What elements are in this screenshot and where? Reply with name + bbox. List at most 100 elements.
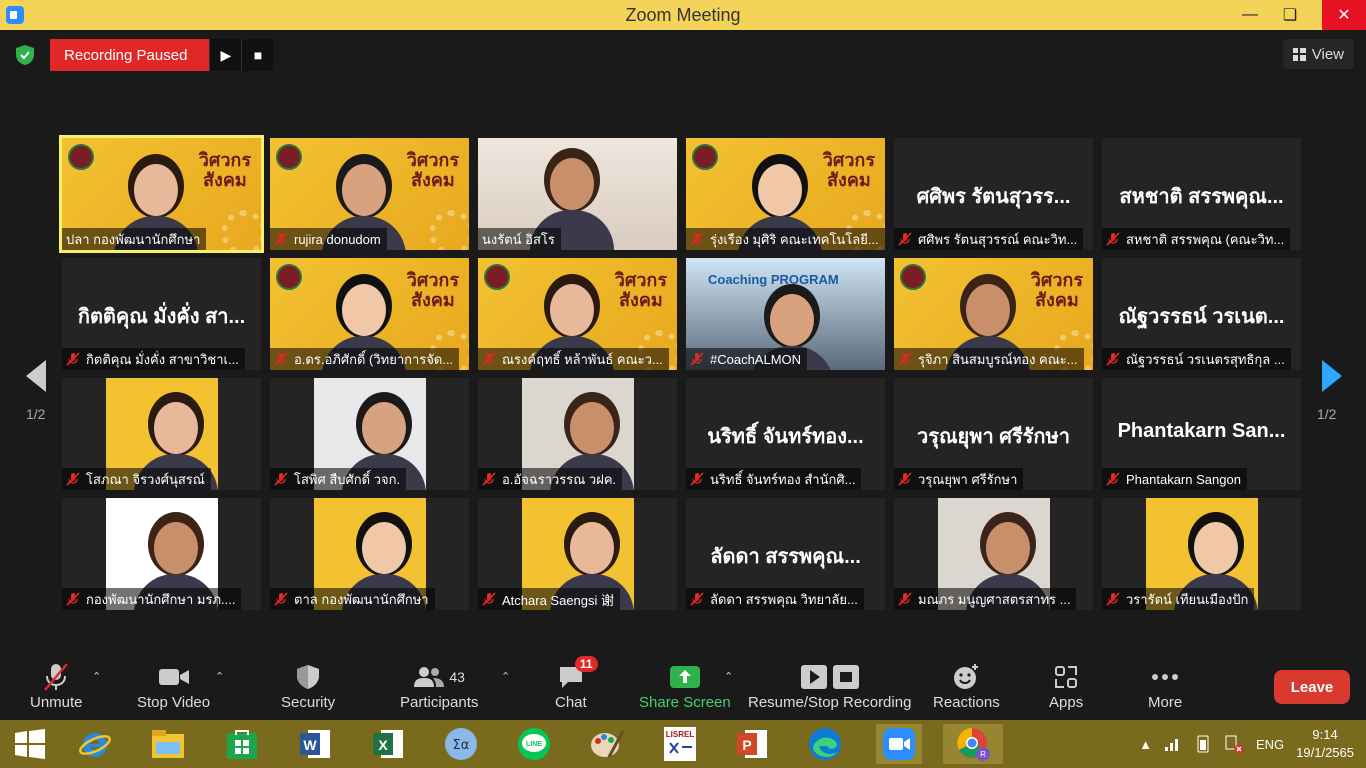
mic-muted-icon (274, 472, 288, 486)
play-stop-recording-icon (800, 665, 859, 689)
participant-tile[interactable]: ณัฐวรรธน์ วรเนต... ณัฐวรรธน์ วรเนตรสุทธิก… (1102, 258, 1301, 370)
participant-tile[interactable]: นริทธิ์ จันทร์ทอง... นริทธิ์ จันทร์ทอง สำ… (686, 378, 885, 490)
file-explorer-icon[interactable] (148, 724, 188, 764)
encryption-shield-icon[interactable] (15, 44, 35, 66)
participants-label: Participants (400, 694, 479, 711)
participant-tile[interactable]: Atchara Saengsi 谢 (478, 498, 677, 610)
chat-button[interactable]: 11 Chat (555, 656, 598, 711)
resume-recording-button[interactable]: ▶ (209, 39, 242, 71)
participant-name-label: Atchara Saengsi 谢 (502, 592, 615, 608)
participant-tile[interactable]: มณภร มนูญศาสตรสาทร ... (894, 498, 1093, 610)
participant-tile[interactable]: กองพัฒนานักศึกษา มรภ.... (62, 498, 261, 610)
recording-control-button[interactable]: Resume/Stop Recording (748, 660, 911, 711)
participant-tile[interactable]: วรุณยุพา ศรีรักษา วรุณยุพา ศรีรักษา (894, 378, 1093, 490)
participant-tile[interactable]: โสพิศ สืบศักดิ์ วจก. (270, 378, 469, 490)
share-options-caret[interactable]: ⌃ (724, 670, 733, 683)
math-input-icon[interactable]: Σα (441, 724, 481, 764)
store-icon[interactable] (222, 724, 262, 764)
participant-face (570, 402, 614, 454)
participant-name-tag: รุจิภา สินสมบูรณ์ทอง คณะ... (894, 348, 1084, 370)
signal-icon[interactable] (1164, 736, 1182, 752)
grid-view-icon (1292, 47, 1306, 61)
paint-icon[interactable] (587, 724, 627, 764)
participant-tile[interactable]: โสภณา จิรวงศ์นุสรณ์ (62, 378, 261, 490)
banner-line-2: สังคม (203, 170, 247, 190)
participants-button[interactable]: 43 Participants (400, 660, 478, 711)
mic-muted-icon (690, 352, 704, 366)
participant-tile[interactable]: กิตติคุณ มั่งคั่ง สา... กิตติคุณ มั่งคั่ง… (62, 258, 261, 370)
share-screen-button[interactable]: Share Screen (639, 660, 731, 711)
internet-explorer-icon[interactable] (75, 724, 115, 764)
participant-display-name: Phantakarn San... (1117, 420, 1286, 442)
participant-tile[interactable]: Phantakarn San... Phantakarn Sangon (1102, 378, 1301, 490)
meeting-toolbar: Unmute ⌃ Stop Video ⌃ Security 43 Partic… (0, 652, 1366, 720)
participants-options-caret[interactable]: ⌃ (501, 670, 510, 683)
reactions-button[interactable]: Reactions (933, 660, 1000, 711)
participant-face (362, 522, 406, 574)
audio-options-caret[interactable]: ⌃ (92, 670, 101, 683)
stop-video-button[interactable]: Stop Video (137, 660, 210, 711)
participant-tile[interactable]: ตาล กองพัฒนานักศึกษา (270, 498, 469, 610)
participant-tile[interactable]: นงรัตน์ อิสโร (478, 138, 677, 250)
excel-icon[interactable]: X (368, 724, 408, 764)
maximize-button[interactable]: ❏ (1270, 0, 1310, 30)
participant-tile[interactable]: วรารัตน์ เทียนเมืองปัก (1102, 498, 1301, 610)
video-options-caret[interactable]: ⌃ (215, 670, 224, 683)
participant-tile[interactable]: วิศวกร สังคม อ.ดร.อภิศักดิ์ (วิทยาการจัด..… (270, 258, 469, 370)
participant-tile[interactable]: วิศวกร สังคม ณรงค์ฤทธิ์ หล้าพันธ์ คณะว... (478, 258, 677, 370)
minimize-button[interactable]: — (1230, 0, 1270, 30)
leave-button[interactable]: Leave (1274, 670, 1350, 704)
apps-button[interactable]: Apps (1049, 660, 1083, 711)
network-disconnected-icon[interactable] (1224, 734, 1244, 754)
participant-tile[interactable]: วิศวกร สังคม รุ่งเรือง มุศิริ คณะเทคโนโลยี… (686, 138, 885, 250)
edge-icon[interactable] (805, 724, 845, 764)
participant-display-name: ณัฐวรรธน์ วรเนต... (1118, 306, 1285, 328)
lisrel-icon[interactable]: LISREL (660, 724, 700, 764)
view-button[interactable]: View (1282, 39, 1354, 69)
stop-recording-button[interactable]: ■ (241, 39, 274, 71)
banner-line-1: วิศวกร (406, 270, 459, 290)
participant-face (154, 522, 198, 574)
participant-tile[interactable]: วิศวกร สังคม rujira donudom (270, 138, 469, 250)
unmute-button[interactable]: Unmute (30, 660, 83, 711)
mic-muted-icon (274, 352, 288, 366)
participant-name-tag: rujira donudom (270, 228, 387, 250)
participant-tile[interactable]: ศศิพร รัตนสุวรร... ศศิพร รัตนสุวรรณ์ คณะว… (894, 138, 1093, 250)
participant-name-label: สหชาติ สรรพคุณ (คณะวิท... (1126, 231, 1285, 247)
participant-tile[interactable]: วิศวกร สังคม ปลา กองพัฒนานักศึกษา (59, 135, 264, 253)
participant-tile[interactable]: ลัดดา สรรพคุณ... ลัดดา สรรพคุณ วิทยาลัย..… (686, 498, 885, 610)
participant-tile[interactable]: อ.อัจฉราวรรณ วฝค. (478, 378, 677, 490)
previous-page-arrow-icon[interactable] (24, 358, 48, 394)
windows-start-icon[interactable] (10, 724, 50, 764)
line-app-icon[interactable]: LINE (514, 724, 554, 764)
chat-badge: 11 (574, 656, 598, 672)
next-page-arrow-icon[interactable] (1320, 358, 1344, 394)
participant-name-label: Phantakarn Sangon (1126, 471, 1241, 487)
stop-video-label: Stop Video (137, 694, 211, 711)
taskbar-clock[interactable]: 9:14 19/1/2565 (1296, 726, 1354, 762)
coach-program-text: Coaching PROGRAM (708, 272, 839, 287)
chrome-icon[interactable]: R (943, 724, 1003, 764)
security-button[interactable]: Security (281, 660, 335, 711)
participant-name-label: กิตติคุณ มั่งคั่ง สาขาวิชาเ... (86, 351, 239, 367)
participant-face (550, 284, 594, 336)
participant-name-tag: ณรงค์ฤทธิ์ หล้าพันธ์ คณะว... (478, 348, 669, 370)
participant-tile[interactable]: วิศวกร สังคม รุจิภา สินสมบูรณ์ทอง คณะ... (894, 258, 1093, 370)
language-indicator[interactable]: ENG (1256, 737, 1284, 752)
mic-muted-icon (898, 232, 912, 246)
mic-muted-icon (482, 472, 496, 486)
zoom-taskbar-icon[interactable] (876, 724, 922, 764)
powerpoint-icon[interactable]: P (732, 724, 772, 764)
participant-name-tag: Atchara Saengsi 谢 (478, 588, 621, 610)
participant-tile[interactable]: Coaching PROGRAM #CoachALMON (686, 258, 885, 370)
close-button[interactable]: ✕ (1322, 0, 1366, 30)
more-button[interactable]: More (1148, 660, 1182, 711)
participant-face (550, 158, 594, 210)
security-label: Security (281, 694, 336, 711)
tray-expand-icon[interactable]: ▲ (1139, 737, 1152, 752)
participant-tile[interactable]: สหชาติ สรรพคุณ... สหชาติ สรรพคุณ (คณะวิท.… (1102, 138, 1301, 250)
university-seal-icon (484, 264, 510, 290)
battery-plug-icon[interactable] (1194, 734, 1212, 754)
banner-line-2: สังคม (827, 170, 871, 190)
word-icon[interactable]: W (295, 724, 335, 764)
